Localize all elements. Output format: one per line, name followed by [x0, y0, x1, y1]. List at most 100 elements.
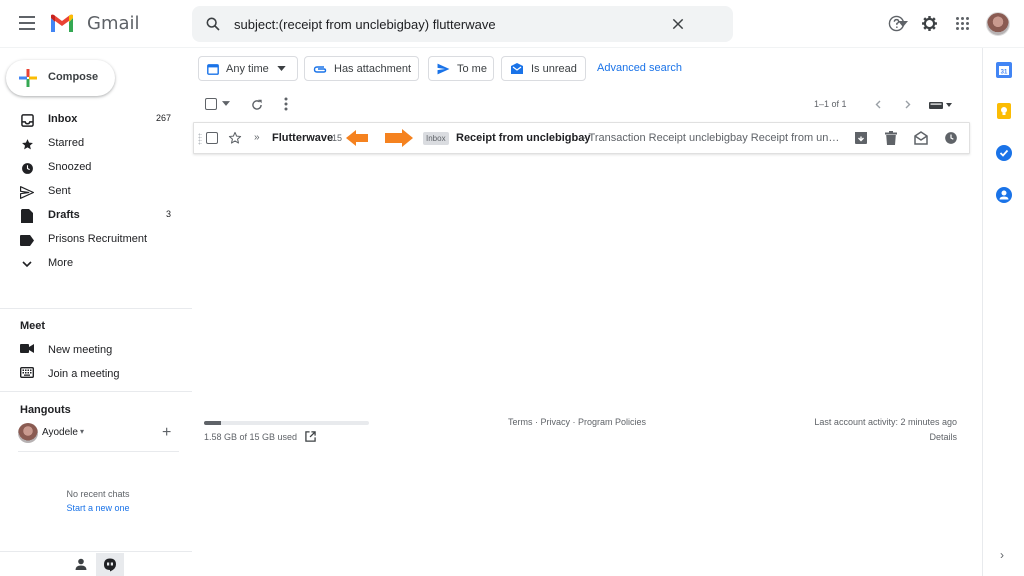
search-input[interactable]: [234, 6, 654, 42]
sidebar-item-prisons-recruitment[interactable]: Prisons Recruitment: [0, 228, 192, 252]
person-icon[interactable]: [75, 558, 87, 570]
drafts-count: 3: [165, 209, 171, 219]
advanced-search-link[interactable]: Advanced search: [597, 62, 682, 74]
sidebar-divider: [0, 391, 192, 392]
unread-mail-icon: [510, 62, 524, 75]
hangouts-tabs: [0, 551, 192, 576]
is-unread-chip[interactable]: Is unread: [501, 56, 586, 81]
mark-as-read-icon[interactable]: [914, 131, 928, 145]
search-icon[interactable]: [205, 16, 221, 32]
sidebar-item-sent[interactable]: Sent: [0, 180, 192, 204]
archive-icon[interactable]: [854, 131, 868, 145]
compose-button[interactable]: Compose: [6, 60, 115, 96]
hangouts-user[interactable]: Ayodele: [42, 427, 78, 438]
inbox-icon: [20, 113, 34, 127]
to-me-chip[interactable]: To me: [428, 56, 494, 81]
join-meeting-label: Join a meeting: [48, 368, 120, 380]
any-time-label: Any time: [226, 62, 269, 75]
chevron-left-icon[interactable]: [875, 100, 881, 109]
gmail-window: Gmail subject:(receipt from unclebigbay)…: [0, 0, 1024, 576]
join-meeting-item[interactable]: Join a meeting: [0, 362, 192, 386]
menu-icon[interactable]: [19, 16, 35, 30]
sidebar-item-label: Inbox: [48, 113, 78, 125]
clear-icon[interactable]: [670, 16, 686, 32]
importance-marker-icon[interactable]: »: [254, 132, 260, 143]
footer-links[interactable]: Terms · Privacy · Program Policies: [508, 417, 646, 427]
has-attachment-label: Has attachment: [334, 62, 412, 75]
delete-icon[interactable]: [885, 131, 897, 145]
snooze-icon[interactable]: [944, 131, 958, 145]
sidebar-item-inbox[interactable]: Inbox 267: [0, 108, 192, 132]
send-icon: [20, 185, 34, 199]
pagination-range: 1–1 of 1: [814, 99, 847, 109]
attachment-icon: [313, 64, 327, 74]
gmail-m-icon: [51, 14, 73, 32]
start-chat-link[interactable]: Start a new one: [0, 503, 196, 513]
hangouts-tab[interactable]: [96, 553, 124, 576]
calendar-icon[interactable]: 31: [996, 62, 1012, 78]
select-caret-icon[interactable]: [222, 101, 230, 106]
annotation-arrow-left-icon: [346, 130, 368, 146]
inbox-label-badge[interactable]: Inbox: [423, 132, 449, 145]
refresh-icon[interactable]: [250, 98, 264, 112]
sidebar-nav: Inbox 267 Starred Snoozed Sent Drafts 3 …: [0, 108, 192, 278]
chevron-right-icon[interactable]: [905, 100, 911, 109]
sidebar-item-starred[interactable]: Starred: [0, 132, 192, 156]
plus-icon[interactable]: +: [162, 424, 171, 442]
contacts-icon[interactable]: [996, 187, 1012, 203]
drag-handle[interactable]: [198, 133, 202, 145]
row-checkbox[interactable]: [206, 132, 218, 144]
is-unread-label: Is unread: [531, 62, 577, 75]
draft-icon: [20, 209, 34, 223]
sidebar-item-more[interactable]: More: [0, 252, 192, 278]
email-row[interactable]: » Flutterwave 15 Inbox Receipt from uncl…: [193, 122, 970, 154]
top-header: Gmail: [0, 0, 1024, 48]
email-snippet: - Transaction Receipt unclebigbay Receip…: [582, 132, 842, 144]
tasks-icon[interactable]: [996, 145, 1012, 161]
inbox-count: 267: [155, 113, 171, 123]
storage-usage: 1.58 GB of 15 GB used: [204, 432, 298, 442]
hangouts-divider: [18, 451, 179, 452]
last-account-activity: Last account activity: 2 minutes ago: [814, 417, 957, 427]
external-link-icon[interactable]: [305, 431, 316, 442]
sidebar-item-label: Snoozed: [48, 161, 92, 173]
star-icon[interactable]: [228, 131, 242, 145]
help-icon[interactable]: [888, 15, 905, 32]
hangouts-title: Hangouts: [20, 404, 71, 416]
has-attachment-chip[interactable]: Has attachment: [304, 56, 419, 81]
details-link[interactable]: Details: [929, 432, 957, 442]
hangouts-icon: [104, 558, 116, 572]
chevron-right-icon[interactable]: ›: [1000, 548, 1004, 562]
sidebar-item-snoozed[interactable]: Snoozed: [0, 156, 192, 180]
apps-icon[interactable]: [956, 17, 969, 30]
keep-icon[interactable]: [996, 103, 1012, 119]
caret-down-icon[interactable]: ▾: [80, 427, 84, 436]
more-vert-icon[interactable]: [284, 97, 288, 111]
calendar-icon: [207, 63, 219, 75]
app-name: Gmail: [87, 13, 140, 34]
keyboard-icon: [19, 366, 35, 381]
search-bar[interactable]: [192, 6, 908, 42]
svg-text:31: 31: [1001, 70, 1008, 76]
annotation-arrow-right-icon: [385, 129, 413, 147]
avatar[interactable]: [986, 12, 1010, 36]
send-icon: [437, 63, 450, 75]
sidebar-item-label: Sent: [48, 185, 71, 197]
new-meeting-item[interactable]: New meeting: [0, 338, 192, 362]
to-me-label: To me: [457, 62, 487, 75]
storage-progress-fill: [204, 421, 222, 425]
storage-progress: [204, 421, 369, 425]
video-icon: [20, 343, 34, 357]
new-meeting-label: New meeting: [48, 344, 113, 356]
gmail-logo[interactable]: Gmail: [49, 13, 140, 34]
label-icon: [20, 233, 34, 247]
sidebar-item-label: Drafts: [48, 209, 80, 221]
meet-title: Meet: [20, 320, 46, 332]
gear-icon[interactable]: [921, 15, 938, 32]
hangouts-avatar[interactable]: [18, 423, 38, 443]
sidebar-item-drafts[interactable]: Drafts 3: [0, 204, 192, 228]
select-all-checkbox[interactable]: [205, 98, 217, 110]
any-time-chip[interactable]: Any time: [198, 56, 298, 81]
input-tools-icon[interactable]: [929, 100, 953, 110]
email-subject: Receipt from unclebigbay: [456, 132, 591, 144]
